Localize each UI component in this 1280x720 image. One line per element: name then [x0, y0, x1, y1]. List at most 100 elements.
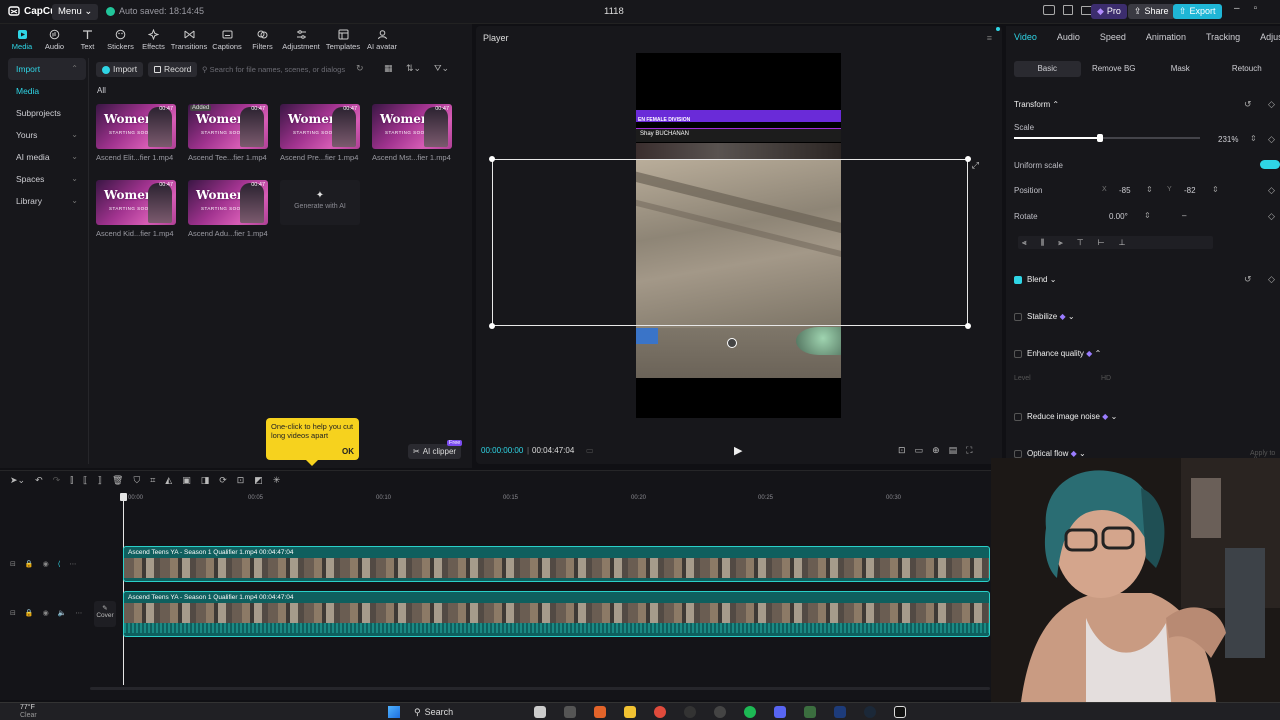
media-clip[interactable]: Women's STARTING SOON 00:47 Ascend Pre...f… [280, 104, 360, 162]
windows-start-icon[interactable] [388, 706, 400, 718]
browser-icon[interactable] [594, 706, 606, 718]
tab-animation[interactable]: Animation [1146, 26, 1186, 48]
steam-icon[interactable] [864, 706, 876, 718]
tab-adjust[interactable]: Adjust [1260, 26, 1280, 48]
fullscreen-icon[interactable]: ⛶ [966, 445, 972, 456]
optical-checkbox[interactable] [1014, 449, 1022, 458]
ai-tool-icon[interactable]: ✳ [273, 475, 281, 486]
keyframe-icon[interactable]: ◇ [1268, 99, 1275, 110]
sidebar-item-media[interactable]: Media [8, 80, 86, 102]
spotify-icon[interactable] [744, 706, 756, 718]
tool-media[interactable]: Media [6, 26, 38, 52]
align-center-v-icon[interactable]: ⊢ [1098, 238, 1105, 247]
zoom-fit-icon[interactable]: ⊕ [932, 445, 940, 456]
keyframe-icon[interactable]: ◇ [1268, 134, 1275, 145]
video-track-clip[interactable]: Ascend Teens YA - Season 1 Qualifier 1.m… [123, 546, 990, 582]
tool-adjustment[interactable]: Adjustment [279, 26, 323, 52]
timecode-format-icon[interactable]: ▭ [586, 446, 594, 455]
reset-icon[interactable]: ↺ [1244, 274, 1252, 285]
timeline-scrollbar[interactable] [90, 687, 990, 690]
position-y-input[interactable]: -82 [1184, 186, 1196, 195]
timeline-ruler[interactable]: 00:00 00:05 00:10 00:15 00:20 00:25 00:3… [122, 495, 990, 505]
discord-icon[interactable] [774, 706, 786, 718]
obs-icon[interactable] [684, 706, 696, 718]
rotate-handle-icon[interactable] [727, 338, 737, 348]
scale-value[interactable]: 231% [1218, 135, 1238, 144]
keyframe-icon[interactable]: ◇ [1268, 185, 1275, 196]
resize-handle-bl[interactable] [489, 323, 495, 329]
weather-widget[interactable]: 77°F Clear [20, 704, 37, 720]
transform-section-header[interactable]: Transform ⌃ [1014, 100, 1059, 109]
media-search-input[interactable]: Search for file names, scenes, or dialog… [210, 65, 345, 74]
stepper-icon[interactable]: ⇕ [1146, 185, 1153, 194]
sidebar-item-library[interactable]: Library ⌄ [8, 190, 86, 212]
split-left-icon[interactable]: ⟦ [83, 475, 87, 486]
align-top-icon[interactable]: ⊤ [1077, 238, 1084, 247]
refresh-icon[interactable]: ↻ [356, 63, 364, 74]
grid-view-icon[interactable]: ▦ [384, 63, 393, 74]
terminal-icon[interactable] [564, 706, 576, 718]
sidebar-item-spaces[interactable]: Spaces ⌄ [8, 168, 86, 190]
tab-tracking[interactable]: Tracking [1206, 26, 1240, 48]
track-settings-icon[interactable]: ⊟ [10, 609, 16, 617]
sidebar-item-subprojects[interactable]: Subprojects [8, 102, 86, 124]
tab-speed[interactable]: Speed [1100, 26, 1126, 48]
tool-ai-avatar[interactable]: AI avatar [363, 26, 401, 52]
subtab-retouch[interactable]: Retouch [1214, 61, 1280, 77]
tool-text[interactable]: Text [71, 26, 104, 52]
rotate-tool-icon[interactable]: ⟳ [219, 475, 227, 486]
main-track-clip[interactable]: Ascend Teens YA - Season 1 Qualifier 1.m… [123, 591, 990, 637]
playhead-handle[interactable] [120, 493, 127, 501]
generate-with-ai-card[interactable]: ✦ Generate with AI [280, 180, 360, 225]
scale-arrow-icon[interactable]: ⤢ [972, 160, 979, 171]
player-menu-icon[interactable]: ≡ [987, 33, 992, 43]
capcut-taskbar-icon[interactable] [894, 706, 906, 718]
split-right-icon[interactable]: ⟧ [98, 475, 102, 486]
align-center-h-icon[interactable]: ⫼ [1041, 238, 1045, 248]
scale-slider[interactable] [1014, 134, 1200, 142]
more-icon[interactable]: ⋯ [75, 609, 82, 617]
reset-icon[interactable]: ↺ [1244, 99, 1252, 110]
keyframe-icon[interactable]: ◇ [1268, 274, 1275, 285]
more-icon[interactable]: ⋯ [69, 560, 76, 568]
resize-handle-tr[interactable] [965, 156, 971, 162]
select-tool-icon[interactable]: ➤⌄ [10, 475, 25, 486]
resize-handle-tl[interactable] [489, 156, 495, 162]
marker-icon[interactable]: ⛉ [133, 475, 140, 486]
stepper-icon[interactable]: ⇕ [1250, 134, 1257, 143]
tool-stickers[interactable]: Stickers [104, 26, 137, 52]
scale-slider-handle[interactable] [1096, 134, 1103, 142]
track-settings-icon[interactable]: ⊟ [10, 560, 16, 568]
transition-tool-icon[interactable]: ◩ [254, 475, 263, 486]
filter-all-tab[interactable]: All [97, 86, 106, 95]
link-icon[interactable]: ⟨ [58, 560, 61, 568]
align-left-icon[interactable]: ⫷ [1022, 238, 1027, 248]
taskbar-search[interactable]: ⚲ Search [414, 705, 453, 719]
tool-captions[interactable]: Captions [208, 26, 246, 52]
stepper-icon[interactable]: ⇕ [1212, 185, 1219, 194]
chrome-icon[interactable] [654, 706, 666, 718]
subtab-basic[interactable]: Basic [1014, 61, 1081, 77]
media-app-icon[interactable] [714, 706, 726, 718]
enhance-checkbox[interactable] [1014, 349, 1022, 358]
subtab-mask[interactable]: Mask [1147, 61, 1214, 77]
share-button[interactable]: ⇪ Share [1128, 4, 1175, 19]
maximize-icon[interactable]: ▫ [1254, 3, 1258, 14]
media-clip[interactable]: Women's STARTING SOON 00:47 Ascend Elit...… [96, 104, 176, 162]
app-icon[interactable] [804, 706, 816, 718]
eye-icon[interactable]: ◉ [43, 560, 49, 568]
rotate-input[interactable]: 0.00° [1109, 212, 1128, 221]
tab-video[interactable]: Video [1014, 26, 1037, 48]
media-clip[interactable]: Women's STARTING SOON 00:47 Ascend Adu...f… [188, 180, 268, 238]
redo-icon[interactable]: ↷ [53, 475, 61, 486]
tab-audio[interactable]: Audio [1057, 26, 1080, 48]
media-clip[interactable]: Women's STARTING SOON Added 00:47 Ascend Te… [188, 104, 268, 162]
cover-button[interactable]: ✎ Cover [94, 601, 116, 627]
import-button[interactable]: Import [96, 62, 144, 77]
stepper-icon[interactable]: ⇕ [1144, 211, 1151, 220]
crop-tool-icon[interactable]: ⌗ [150, 475, 155, 486]
blend-row[interactable]: Blend ⌄ [1014, 275, 1056, 284]
freeze-icon[interactable]: ▣ [182, 475, 191, 486]
enhance-row[interactable]: Enhance quality ◆ ⌃ [1014, 349, 1101, 358]
lock-icon[interactable]: 🔒 [25, 609, 34, 617]
